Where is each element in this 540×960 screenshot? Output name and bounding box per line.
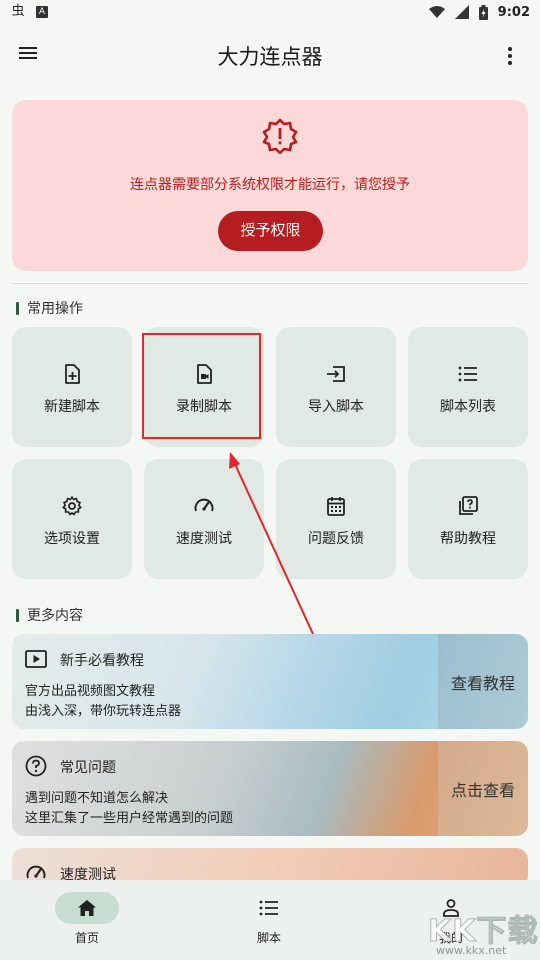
click-view-link[interactable]: 点击查看 (438, 741, 528, 836)
banner-line: 这里汇集了一些用户经常遇到的问题 (25, 811, 234, 826)
banner-line: 由浅入深，带你玩转连点器 (25, 704, 182, 719)
nav-scripts[interactable]: 脚本 (204, 880, 334, 960)
play-video-icon (25, 650, 47, 668)
banner-tutorial[interactable]: 新手必看教程 官方出品视频图文教程 由浅入深，带你玩转连点器 查看教程 (12, 634, 528, 729)
nav-label: 首页 (74, 931, 99, 945)
nav-label: 我的 (438, 931, 463, 945)
section-title-more: 更多内容 (16, 605, 83, 625)
question-icon (25, 755, 47, 777)
nav-label: 脚本 (256, 931, 281, 945)
view-tutorial-link[interactable]: 查看教程 (438, 634, 528, 729)
banner-title: 常见问题 (60, 760, 116, 776)
banner-line: 官方出品视频图文教程 (25, 684, 156, 699)
list-icon (259, 900, 278, 916)
bottom-navigation: 首页 脚本 我的 (0, 880, 540, 960)
banner-line: 遇到问题不知道怎么解决 (25, 791, 169, 806)
home-icon (78, 900, 96, 916)
nav-mine[interactable]: 我的 (386, 880, 516, 960)
section-marker (16, 608, 19, 622)
person-icon (443, 899, 459, 917)
banner-title: 新手必看教程 (60, 653, 144, 669)
banner-faq[interactable]: 常见问题 遇到问题不知道怎么解决 这里汇集了一些用户经常遇到的问题 点击查看 (12, 741, 528, 836)
section-title-text: 更多内容 (27, 608, 83, 624)
nav-home[interactable]: 首页 (22, 880, 152, 960)
